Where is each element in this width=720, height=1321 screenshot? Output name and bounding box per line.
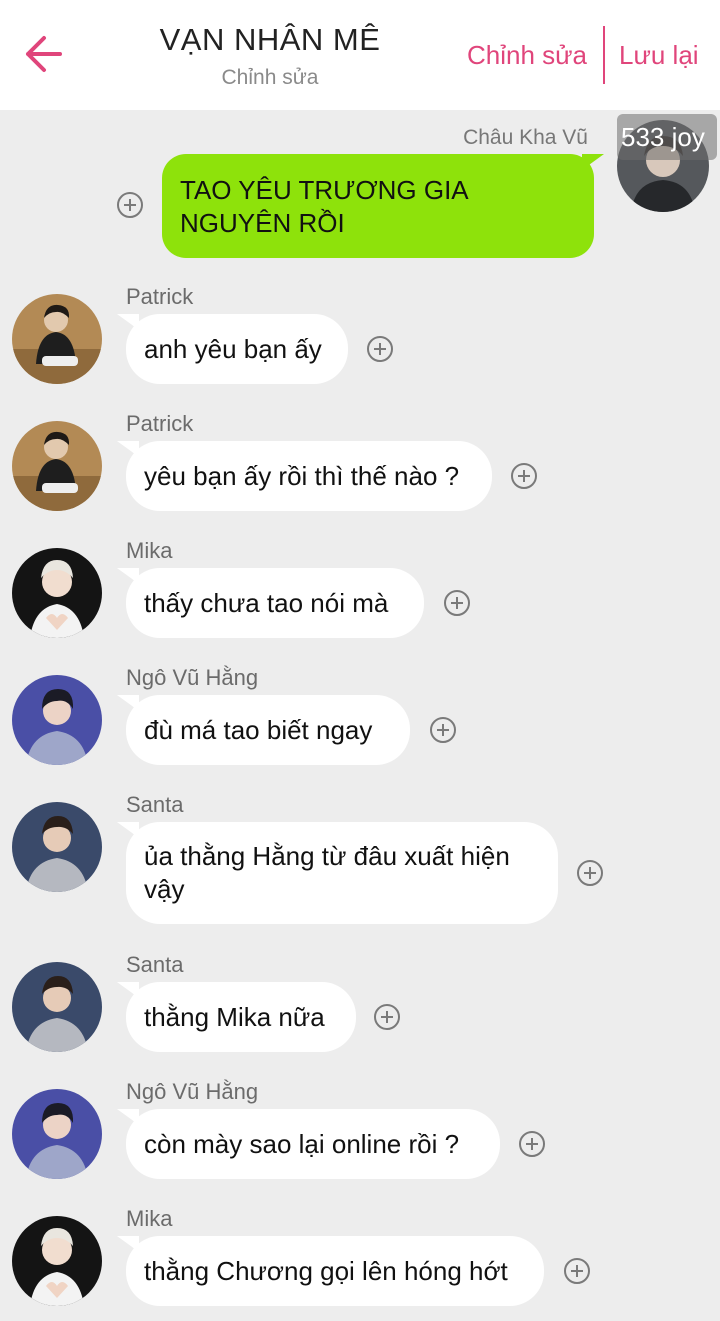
chat-area[interactable]: Châu Kha Vũ 533 joy TAO YÊU TRƯƠNG GIA N… bbox=[0, 110, 720, 1321]
message-bubble[interactable]: thằng Mika nữa bbox=[117, 982, 356, 1052]
plus-circle-icon[interactable] bbox=[564, 1258, 590, 1284]
message-bubble[interactable]: còn mày sao lại online rồi ? bbox=[117, 1109, 500, 1179]
sender-name: Châu Kha Vũ bbox=[463, 126, 588, 149]
message-bubble[interactable]: đù má tao biết ngay bbox=[117, 695, 410, 765]
header-bar: VẠN NHÂN MÊ Chỉnh sửa Chỉnh sửa Lưu lại bbox=[0, 0, 720, 110]
page-title: VẠN NHÂN MÊ bbox=[159, 22, 381, 57]
avatar[interactable] bbox=[12, 1089, 102, 1179]
page-subtitle: Chỉnh sửa bbox=[221, 66, 319, 89]
sender-name: Ngô Vũ Hằng bbox=[126, 1079, 259, 1104]
message-bubble[interactable]: thằng Chương gọi lên hóng hớt bbox=[117, 1236, 544, 1306]
sender-name: Patrick bbox=[126, 411, 194, 436]
message-bubble[interactable]: anh yêu bạn ấy bbox=[117, 314, 348, 384]
plus-circle-icon[interactable] bbox=[511, 463, 537, 489]
sender-name: Patrick bbox=[126, 284, 194, 309]
sender-name: Santa bbox=[126, 952, 184, 977]
message-bubble[interactable]: TAO YÊU TRƯƠNG GIA NGUYÊN RỒI bbox=[162, 154, 604, 258]
avatar[interactable] bbox=[12, 294, 102, 384]
message-bubble[interactable]: yêu bạn ấy rồi thì thế nào ? bbox=[117, 441, 492, 511]
plus-circle-icon[interactable] bbox=[117, 192, 143, 218]
joy-overlay-label: 533 joy bbox=[617, 114, 717, 160]
avatar[interactable] bbox=[12, 548, 102, 638]
header-divider bbox=[603, 26, 605, 84]
plus-circle-icon[interactable] bbox=[367, 336, 393, 362]
sender-name: Mika bbox=[126, 1206, 173, 1231]
plus-circle-icon[interactable] bbox=[430, 717, 456, 743]
avatar[interactable] bbox=[12, 421, 102, 511]
back-arrow-icon[interactable] bbox=[22, 34, 66, 74]
save-button[interactable]: Lưu lại bbox=[619, 40, 699, 71]
avatar[interactable] bbox=[12, 675, 102, 765]
message-bubble[interactable]: thấy chưa tao nói mà bbox=[117, 568, 424, 638]
edit-button[interactable]: Chỉnh sửa bbox=[467, 40, 587, 71]
plus-circle-icon[interactable] bbox=[519, 1131, 545, 1157]
avatar[interactable] bbox=[12, 802, 102, 892]
sender-name: Mika bbox=[126, 538, 173, 563]
message-bubble[interactable]: ủa thằng Hằng từ đâu xuất hiện vậy bbox=[117, 822, 558, 924]
sender-name: Santa bbox=[126, 792, 184, 817]
plus-circle-icon[interactable] bbox=[577, 860, 603, 886]
avatar[interactable] bbox=[12, 1216, 102, 1306]
plus-circle-icon[interactable] bbox=[444, 590, 470, 616]
plus-circle-icon[interactable] bbox=[374, 1004, 400, 1030]
avatar[interactable] bbox=[12, 962, 102, 1052]
sender-name: Ngô Vũ Hằng bbox=[126, 665, 259, 690]
